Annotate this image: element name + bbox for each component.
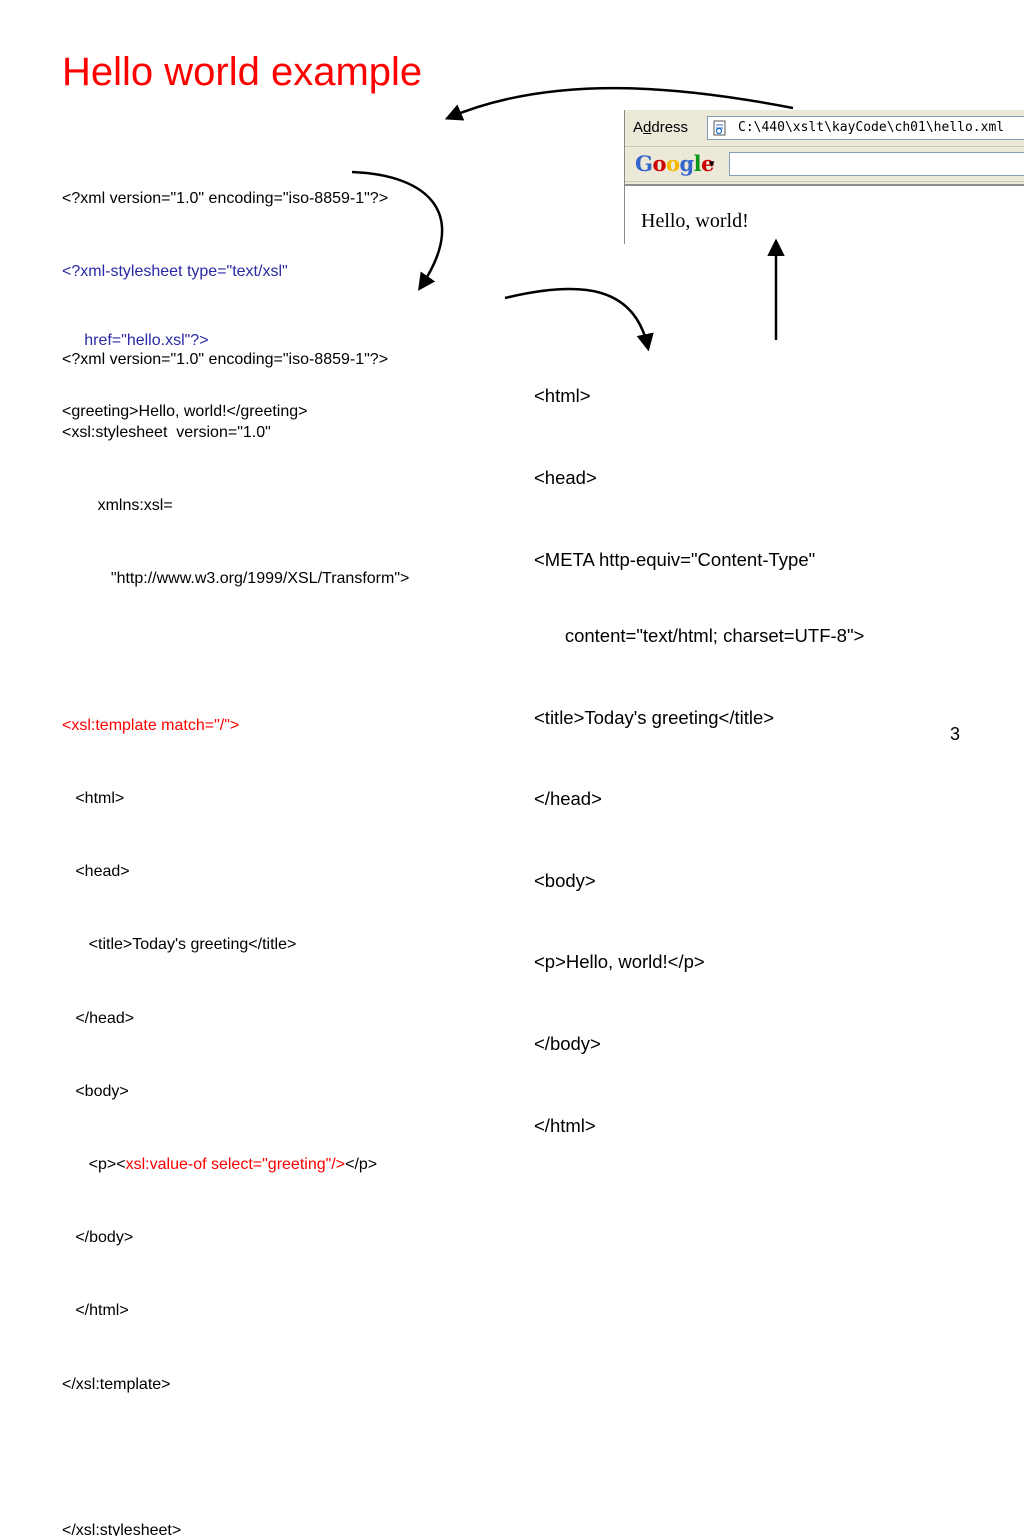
code-line: </head> bbox=[62, 1009, 135, 1027]
code-line: <body> bbox=[62, 1082, 129, 1100]
code-line: </head> bbox=[534, 788, 602, 810]
arrow-xsl-to-html bbox=[504, 287, 654, 352]
code-line: </xsl:stylesheet> bbox=[62, 1522, 182, 1536]
code-line: <head> bbox=[62, 863, 130, 881]
code-line: <title>Today's greeting</title> bbox=[62, 936, 297, 954]
code-line: </body> bbox=[534, 1032, 601, 1054]
code-fragment: </p> bbox=[345, 1156, 378, 1174]
code-line: <body> bbox=[534, 869, 596, 891]
code-fragment: <p>< bbox=[62, 1156, 126, 1174]
xsl-value-of-fragment: xsl:value-of select="greeting"/> bbox=[125, 1156, 346, 1174]
code-line: <p>Hello, world!</p> bbox=[534, 951, 705, 973]
code-line: <html> bbox=[62, 790, 125, 808]
arrow-pi-to-xsl bbox=[351, 170, 444, 291]
code-line: </xsl:template> bbox=[62, 1375, 171, 1393]
code-line: </html> bbox=[534, 1114, 596, 1136]
code-line: </html> bbox=[62, 1302, 129, 1320]
code-line-value-of: <p><xsl:value-of select="greeting"/></p> bbox=[62, 1153, 409, 1177]
code-line: </body> bbox=[62, 1229, 134, 1247]
annotation-arrows bbox=[351, 86, 794, 352]
arrow-browser-to-title bbox=[444, 86, 794, 121]
